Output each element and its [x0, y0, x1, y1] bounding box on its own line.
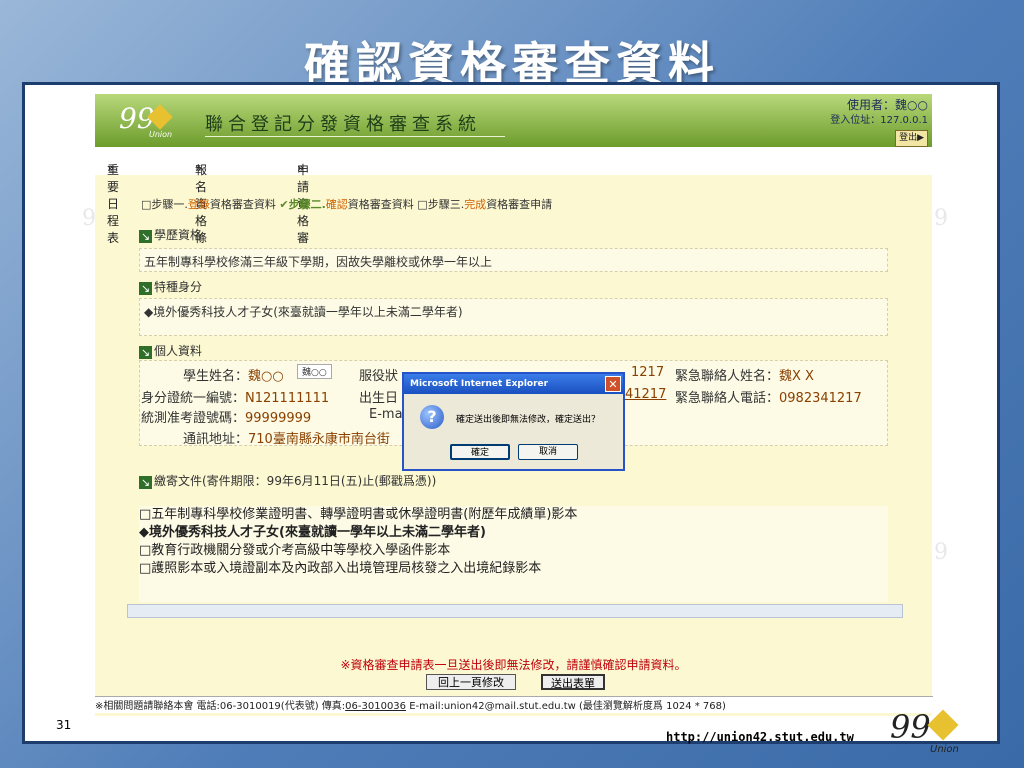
corner-logo-number: 99 — [890, 708, 931, 746]
step1-label: 資格審查資料 — [209, 198, 276, 211]
name-tooltip: 魏○○ — [297, 364, 332, 379]
documents-list: □五年制專科學校修業證明書、轉學證明書或休學證明書(附歷年成績單)影本 ◆境外優… — [139, 506, 888, 602]
logo-diamond-icon — [927, 709, 959, 741]
birth-partial[interactable]: 41217 — [625, 387, 666, 402]
document-item: □教育行政機關分發或介考高級中等學校入學函件影本 — [139, 543, 451, 558]
status-bar: ※相關問題請聯絡本會 電話:06-3010019(代表號) 傳真:06-3010… — [95, 696, 933, 713]
submit-button[interactable]: 送出表單 — [541, 674, 605, 690]
app-logo-sub: Union — [149, 130, 173, 139]
horizontal-scrollbar[interactable] — [127, 604, 903, 618]
question-icon: ? — [420, 405, 444, 429]
close-icon[interactable]: ✕ — [605, 376, 621, 392]
phone-partial: 1217 — [631, 365, 665, 380]
logout-label: 登出 — [899, 133, 918, 143]
dialog-title: Microsoft Internet Explorer — [404, 374, 623, 394]
menu-label: 重要日程表 — [107, 163, 120, 245]
birth-label: 出生日 — [359, 391, 399, 406]
back-button[interactable]: 回上一頁修改 — [426, 674, 516, 690]
special-heading: ↘ 特種身分 — [139, 280, 203, 295]
page-number: 31 — [56, 718, 72, 732]
email-label: E-ma — [369, 407, 403, 422]
step3-label: 資格審查申請 — [486, 198, 553, 211]
step2-highlight: 確認 — [325, 198, 348, 211]
special-box: ◆境外優秀科技人才子女(來臺就讀一學年以上未滿二學年者) — [139, 298, 888, 336]
step-indicator: □步驟一.登錄資格審查資料 ✔步驟二.確認資格審查資料 □步驟三.完成資格審查申… — [141, 196, 552, 212]
corner-logo-sub: Union — [930, 744, 959, 755]
step1-prefix: □步驟一. — [141, 198, 188, 211]
id-number-row: 身分證統一編號：N121111111 — [141, 391, 330, 406]
logout-button[interactable]: 登出▶ — [895, 130, 928, 147]
top-menu: » 重要日程表 » 報名資格條款 » 申請資格審查 — [95, 147, 932, 262]
watermark: 9 — [934, 206, 948, 231]
exam-number-row: 統測准考證號碼：99999999 — [141, 411, 312, 426]
notice-text: ※資格審查申請表一旦送出後即無法修改，請謹慎確認申請資料。 — [340, 658, 687, 672]
dialog-message: 確定送出後即無法修改，確定送出？ — [456, 415, 601, 425]
user-label: 使用者：魏○○ — [847, 98, 928, 112]
step3-highlight: 完成 — [464, 198, 487, 211]
step2-label: 資格審查資料 — [347, 198, 414, 211]
user-info: 使用者：魏○○ 登入位址：127.0.0.1 登出▶ — [830, 98, 928, 147]
app-banner: 99 Union 聯合登記分發資格審查系統 使用者：魏○○ 登入位址：127.0… — [95, 94, 932, 147]
step1-highlight: 登錄 — [187, 198, 210, 211]
status-suffix: E-mail:union42@mail.stut.edu.tw (最佳瀏覽解析度… — [406, 701, 726, 712]
ip-label: 登入位址：127.0.0.1 — [830, 115, 928, 126]
personal-heading: ↘ 個人資料 — [139, 344, 203, 359]
step3-prefix: □步驟三. — [417, 198, 465, 211]
document-item: □護照影本或入境證副本及內政部入出境管理局核發之入出境紀錄影本 — [139, 561, 542, 576]
title-underline — [205, 136, 505, 137]
special-value: ◆境外優秀科技人才子女(來臺就讀一學年以上未滿二學年者) — [144, 305, 463, 319]
watermark: 9 — [82, 206, 96, 231]
education-heading: ↘ 學歷資格 — [139, 228, 203, 243]
arrow-down-right-icon: ↘ — [139, 230, 152, 243]
arrow-down-right-icon: ↘ — [139, 346, 152, 359]
watermark: 9 — [934, 540, 948, 565]
play-icon: ▶ — [917, 133, 924, 143]
emergency-name-row: 緊急聯絡人姓名：魏X X — [675, 369, 814, 384]
education-value: 五年制專科學校修滿三年級下學期，因故失學離校或休學一年以上 — [144, 255, 493, 269]
arrow-down-right-icon: ↘ — [139, 282, 152, 295]
service-label: 服役狀 — [359, 369, 399, 384]
fax-link[interactable]: 06-3010036 — [345, 701, 406, 712]
cancel-button[interactable]: 取消 — [518, 444, 578, 460]
education-box: 五年制專科學校修滿三年級下學期，因故失學離校或休學一年以上 — [139, 248, 888, 272]
documents-heading: ↘ 繳寄文件(寄件期限：99年6月11日(五)止(郵戳爲憑)) — [139, 474, 437, 489]
footer-url: http://union42.stut.edu.tw — [666, 730, 854, 744]
confirm-dialog: Microsoft Internet Explorer ✕ ? 確定送出後即無法… — [402, 372, 625, 471]
status-prefix: ※相關問題請聯絡本會 電話:06-3010019(代表號) 傳真: — [95, 701, 346, 712]
ok-button[interactable]: 確定 — [450, 444, 510, 460]
system-title: 聯合登記分發資格審查系統 — [205, 114, 481, 135]
document-item: ◆境外優秀科技人才子女(來臺就讀一學年以上未滿二學年者) — [139, 525, 486, 540]
document-item: □五年制專科學校修業證明書、轉學證明書或休學證明書(附歷年成績單)影本 — [139, 507, 578, 522]
corner-logo: 99 Union — [890, 708, 970, 760]
student-name-row: 學生姓名：魏○○ — [183, 369, 284, 384]
emergency-phone-row: 緊急聯絡人電話：0982341217 — [675, 391, 862, 406]
arrow-down-right-icon: ↘ — [139, 476, 152, 489]
address-row: 通訊地址：710臺南縣永康市南台街 — [183, 432, 390, 447]
step2-prefix: ✔步驟二. — [279, 198, 326, 211]
